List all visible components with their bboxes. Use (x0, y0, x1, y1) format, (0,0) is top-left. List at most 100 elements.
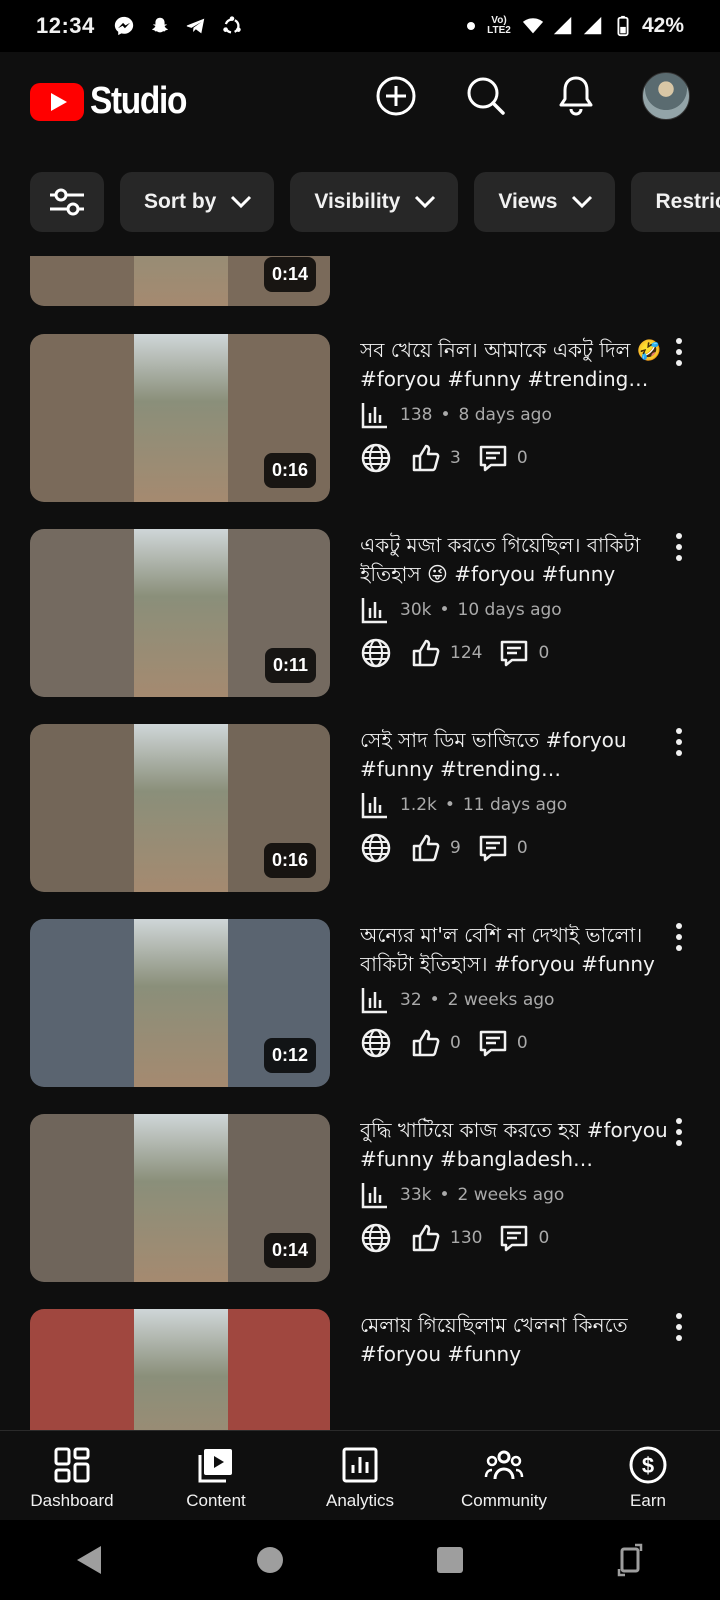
public-globe-icon (361, 833, 391, 863)
video-thumbnail[interactable]: 0:16 (30, 334, 330, 502)
video-list-item[interactable]: 0:16 সব খেয়ে নিল। আমাকে একটু দিল 🤣 #fory… (0, 334, 720, 504)
views-label: Views (498, 190, 558, 213)
view-count: 32 (400, 990, 422, 1010)
video-title[interactable]: সব খেয়ে নিল। আমাকে একটু দিল 🤣 #foryou #… (360, 336, 680, 394)
notifications-button[interactable] (552, 72, 600, 120)
upload-age: 10 days ago (457, 600, 562, 620)
nav-dashboard[interactable]: Dashboard (0, 1431, 144, 1511)
account-avatar[interactable] (642, 72, 690, 120)
like-thumb-icon (412, 639, 440, 667)
like-thumb-icon (412, 444, 440, 472)
comment-icon (479, 1030, 507, 1057)
view-stats: 30k • 10 days ago (360, 595, 680, 625)
view-count: 33k (400, 1185, 432, 1205)
nav-analytics[interactable]: Analytics (288, 1431, 432, 1511)
video-list-item[interactable]: 0:143.1k•7 days ago150 (0, 256, 720, 308)
more-options-button[interactable] (666, 1118, 692, 1146)
more-options-button[interactable] (666, 923, 692, 951)
upload-age: 8 days ago (458, 405, 552, 425)
restrictions-label: Restrictio (655, 190, 720, 213)
nav-content[interactable]: Content (144, 1431, 288, 1511)
view-stats: 33k • 2 weeks ago (360, 1180, 680, 1210)
create-button[interactable] (372, 72, 420, 120)
restrictions-chip[interactable]: Restrictio (631, 172, 720, 232)
video-title[interactable]: মেলায় গিয়েছিলাম খেলনা কিনতে #foryou #f… (360, 1311, 680, 1369)
engagement-stats: 00 (360, 1025, 680, 1061)
battery-icon (617, 15, 629, 37)
video-thumbnail[interactable]: 0:11 (30, 529, 330, 697)
content-library-icon (198, 1449, 232, 1483)
more-options-button[interactable] (666, 1313, 692, 1341)
back-button[interactable] (60, 1530, 120, 1590)
sort-by-chip[interactable]: Sort by (120, 172, 275, 232)
comment-count: 0 (538, 643, 550, 663)
rotate-button[interactable] (600, 1530, 660, 1590)
nav-earn-label: Earn (630, 1491, 666, 1510)
video-thumbnail[interactable]: 0:16 (30, 724, 330, 892)
visibility-chip[interactable]: Visibility (290, 172, 459, 232)
recents-button[interactable] (420, 1530, 480, 1590)
bottom-navigation: Dashboard Content Analytics Community $ … (0, 1430, 720, 1519)
system-navigation-bar (0, 1520, 720, 1600)
more-options-button[interactable] (666, 728, 692, 756)
video-title[interactable]: বুদ্ধি খাটিয়ে কাজ করতে হয় #foryou #fun… (360, 1116, 680, 1174)
view-count: 30k (400, 600, 432, 620)
views-chip[interactable]: Views (474, 172, 616, 232)
nav-earn[interactable]: $ Earn (576, 1431, 720, 1511)
comment-icon (479, 835, 507, 862)
battery-percent: 42% (641, 14, 684, 37)
engagement-stats: 124 0 (360, 635, 680, 671)
rotate-screen-icon (617, 1543, 643, 1577)
nav-dashboard-label: Dashboard (30, 1491, 114, 1510)
analytics-icon (342, 1447, 378, 1483)
dot-indicator-icon (466, 22, 475, 30)
like-count: 130 (450, 1228, 483, 1248)
youtube-logo-icon (30, 82, 84, 121)
comment-icon (479, 445, 507, 472)
view-stats: 138 • 8 days ago (360, 400, 680, 430)
view-count: 1.2k (400, 795, 437, 815)
filter-button[interactable] (30, 172, 104, 232)
video-title[interactable]: অন্যের মা'ল বেশি না দেখাই ভালো। বাকিটা ই… (360, 921, 680, 979)
community-icon (484, 1450, 524, 1480)
video-duration: 0:14 (263, 257, 316, 292)
nav-community[interactable]: Community (432, 1431, 576, 1511)
like-count: 3 (450, 448, 461, 468)
video-title[interactable]: একটু মজা করতে গিয়েছিল। বাকিটা ইতিহাস 😜 … (360, 531, 680, 589)
public-globe-icon (361, 1223, 391, 1253)
filter-sliders-icon (50, 188, 84, 216)
more-options-button[interactable] (666, 338, 692, 366)
video-title[interactable]: সেই সাদ ডিম ভাজিতে #foryou #funny #trend… (360, 726, 680, 784)
more-options-button[interactable] (666, 533, 692, 561)
video-thumbnail[interactable]: 0:14 (30, 256, 330, 306)
studio-logo[interactable]: Studio (30, 80, 199, 123)
thumbnail-image (134, 334, 228, 502)
video-list-item[interactable]: 0:12 অন্যের মা'ল বেশি না দেখাই ভালো। বাকি… (0, 919, 720, 1089)
video-duration: 0:12 (263, 1038, 316, 1073)
video-list-item[interactable]: মেলায় গিয়েছিলাম খেলনা কিনতে #foryou #f… (0, 1309, 720, 1430)
video-list-item[interactable]: 0:14 বুদ্ধি খাটিয়ে কাজ করতে হয় #foryou … (0, 1114, 720, 1284)
video-list-item[interactable]: 0:16 সেই সাদ ডিম ভাজিতে #foryou #funny #t… (0, 724, 720, 894)
search-button[interactable] (462, 72, 510, 120)
status-bar: 12:34 Vo) LTE2 42% (0, 0, 720, 52)
network-type-label: Vo) LTE2 (487, 15, 511, 36)
thumbnail-image (134, 724, 228, 892)
search-icon (467, 77, 505, 115)
signal-2-icon (583, 16, 602, 35)
video-thumbnail[interactable] (30, 1309, 330, 1430)
public-globe-icon (361, 443, 391, 473)
views-bar-chart-icon (361, 403, 387, 429)
home-button[interactable] (240, 1530, 300, 1590)
video-thumbnail[interactable]: 0:14 (30, 1114, 330, 1282)
views-bar-chart-icon (361, 988, 387, 1014)
video-thumbnail[interactable]: 0:12 (30, 919, 330, 1087)
separator-dot: • (440, 405, 451, 425)
comment-count: 0 (538, 1228, 550, 1248)
snapchat-icon (151, 17, 168, 33)
wifi-icon (522, 18, 544, 34)
video-list-item[interactable]: 0:11 একটু মজা করতে গিয়েছিল। বাকিটা ইতিহা… (0, 529, 720, 699)
video-duration: 0:11 (264, 648, 316, 683)
video-list[interactable]: 0:143.1k•7 days ago150 0:16 সব খেয়ে নিল। … (0, 256, 720, 1430)
upload-age: 11 days ago (462, 795, 568, 815)
engagement-stats: 30 (360, 440, 680, 476)
